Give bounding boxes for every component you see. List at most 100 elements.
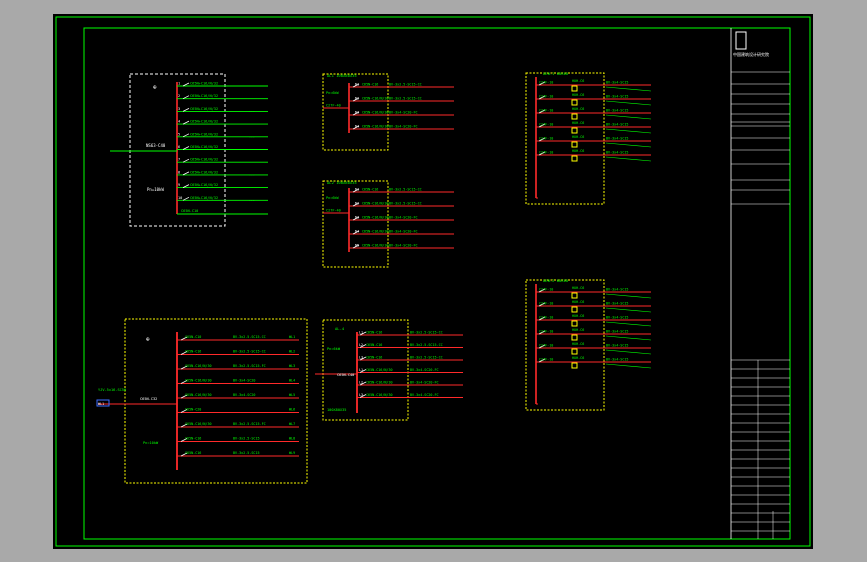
- panel_b-circuit-no: N3: [355, 111, 359, 115]
- panel_e-device: [571, 334, 578, 341]
- panel_c-info: Pn=6kW: [326, 196, 340, 200]
- panel-g-circuit-no: L3: [359, 393, 363, 397]
- panel-f-cable-label: BV-3x2.5-SC15-FC: [233, 422, 266, 426]
- panel-g-circuit-label: C65N-C16: [366, 343, 382, 347]
- panel-a-circuit-label: C65N+C16/N/32: [190, 196, 218, 200]
- panel-a-circuit-tag: ---: [249, 97, 255, 101]
- panel-f-cable-label: BV-3x2.5-SC15-CC: [233, 350, 266, 354]
- panel_d-cable-label: BV-3x4-SC15: [606, 109, 628, 113]
- panel_e-cable-label: BV-3x4-SC15: [606, 330, 628, 334]
- panel_c-circuit-no: N5: [355, 244, 359, 248]
- panel_b-circuit-label: C65N-C16: [362, 83, 378, 87]
- drawing-frame: [83, 27, 791, 540]
- panel_d-device: [571, 99, 578, 106]
- panel_e-cable-label: BV-3x4-SC15: [606, 316, 628, 320]
- panel_e-switch-label: C27F-10: [539, 288, 553, 292]
- panel-f-load-label: WL3: [289, 364, 295, 368]
- panel_c-circuit-label: C65N-C16/N/30: [362, 230, 389, 234]
- panel_e-device: [571, 320, 578, 327]
- panel-f-box: [124, 318, 308, 484]
- panel_d-device: [571, 141, 578, 148]
- panel_c-main-breaker: C27F-40: [326, 209, 341, 213]
- panel_e-cable-label: BV-3x4-SC15: [606, 344, 628, 348]
- panel-f-load-label: WL6: [289, 408, 295, 412]
- panel_d-load-tick: [605, 100, 652, 106]
- panel-a-circuit-tag: ---: [249, 186, 255, 190]
- panel-a-circuit-no: 9: [178, 183, 180, 187]
- panel_d-switch-label: C27F-10: [539, 81, 553, 85]
- title-block-org: 中国建筑设计研究院: [733, 51, 769, 57]
- panel_e-device-label: HUH-C6: [572, 300, 584, 304]
- panel-a-circuit-tag: ---: [249, 109, 255, 113]
- title-block-logo: [735, 31, 747, 50]
- panel-f-info: Pn=10kW: [143, 441, 159, 445]
- panel-g-title: AL-4: [335, 326, 345, 331]
- panel-f-load-label: WL5: [289, 393, 295, 397]
- panel-f-load-label: WL9: [289, 451, 295, 455]
- panel_d-device: [571, 155, 578, 162]
- panel_e-device-label: HUH-C6: [572, 328, 584, 332]
- panel_c-box: [322, 180, 389, 268]
- panel_e-cable-label: BV-3x4-SC15: [606, 302, 628, 306]
- panel_d-switch-label: C27F-10: [539, 109, 553, 113]
- panel_c-circuit-label: C65N-C16/N/30: [362, 216, 389, 220]
- panel-g-circuit-no: L1: [359, 368, 363, 372]
- panel-a-circuit-label: C65N+C16/N/32: [190, 170, 218, 174]
- panel_d-device-label: HUH-C6: [572, 135, 584, 139]
- panel_c-cable-label: BV-3x4-SC20-FC: [389, 244, 418, 248]
- panel_d-load-tick: [605, 128, 652, 134]
- panel_d-device-label: HUH-C6: [572, 107, 584, 111]
- panel-a-circuit-tag: ---: [249, 135, 255, 139]
- panel_c-circuit-no: N3: [355, 216, 359, 220]
- panel_d-device: [571, 113, 578, 120]
- panel_d-cable-label: BV-3x4-SC15: [606, 95, 628, 99]
- panel_d-device: [571, 85, 578, 92]
- panel-g-circuit-no: L2: [359, 381, 363, 385]
- panel_d-switch-label: C27F-10: [539, 137, 553, 141]
- panel-g-circuit-no: L3: [359, 356, 363, 360]
- panel_e-device-label: HUH-C6: [572, 342, 584, 346]
- panel-a-incoming-label: NS63-C40: [146, 143, 166, 148]
- panel_d-load-tick: [605, 142, 652, 148]
- panel-a-circuit-label: C65N+C16/N/32: [190, 183, 218, 187]
- panel_c-title: AL2 100X80X35: [327, 180, 357, 185]
- panel_e-device-label: HUH-C6: [572, 314, 584, 318]
- panel_d-load-tick: [605, 156, 652, 162]
- panel-f-load-label: WL2: [289, 350, 295, 354]
- panel-g-circuit-no: L1: [359, 331, 363, 335]
- panel-g-circuit-no: L2: [359, 343, 363, 347]
- panel_d-switch-label: C27F-10: [539, 95, 553, 99]
- panel-f-cable-label: BV-3x2.5-SC15: [233, 451, 260, 455]
- panel_d-load-tick: [605, 114, 652, 120]
- panel_c-cable-label: BV-3x2.5-SC15-CC: [389, 188, 422, 192]
- panel_e-load-tick: [605, 349, 652, 355]
- panel-f-incoming-cable: YJV-5x16-SC50: [98, 388, 126, 392]
- panel-g-note: 100X80X35: [327, 408, 346, 412]
- panel-a-circuit-label: C65N+C16/N/32: [190, 132, 218, 136]
- panel-f-switch-label: C65N-C16: [185, 437, 201, 441]
- panel_c-cable-label: BV-3x4-SC20-FC: [389, 216, 418, 220]
- panel_e-device: [571, 306, 578, 313]
- panel_d-title: AEB-1 80X60: [543, 71, 569, 76]
- panel_d-switch-label: C27F-10: [539, 123, 553, 127]
- panel_e-device-label: HUH-C6: [572, 286, 584, 290]
- panel-g-cable-label: BV-3x4-SC20-FC: [410, 393, 439, 397]
- panel_e-switch-label: C27F-10: [539, 344, 553, 348]
- panel-g-cable-label: BV-3x2.5-SC15-CC: [410, 331, 443, 335]
- panel-f-cable-label: BV-3x2.5-SC15-FC: [233, 364, 266, 368]
- panel_e-switch-label: C27F-10: [539, 330, 553, 334]
- panel-f-main-breaker: C65N-C32: [140, 397, 157, 401]
- panel-a-circuit-label: C65N+C16/N/32: [190, 107, 218, 111]
- panel_e-device: [571, 348, 578, 355]
- panel-a-circuit-label: C65N+C16/N/32: [190, 82, 218, 86]
- panel_e-device: [571, 292, 578, 299]
- panel_d-device-label: HUH-C6: [572, 79, 584, 83]
- panel_b-cable-label: BV-3x4-SC20-FC: [389, 111, 418, 115]
- panel-f-load-label: WL8: [289, 437, 295, 441]
- panel_d-box: [525, 72, 605, 205]
- panel_c-cable-label: BV-3x4-SC20-FC: [389, 230, 418, 234]
- panel-f-cable-label: BV-3x4-SC20: [233, 393, 255, 397]
- cad-drawing: NS63-C40 Pn=10kW ⊕ 1 C65N+C16/N/32 --- 2 C65N+C…: [55, 16, 811, 547]
- panel_d-device-label: HUH-C6: [572, 121, 584, 125]
- panel-a-circuit-no: 4: [178, 120, 180, 124]
